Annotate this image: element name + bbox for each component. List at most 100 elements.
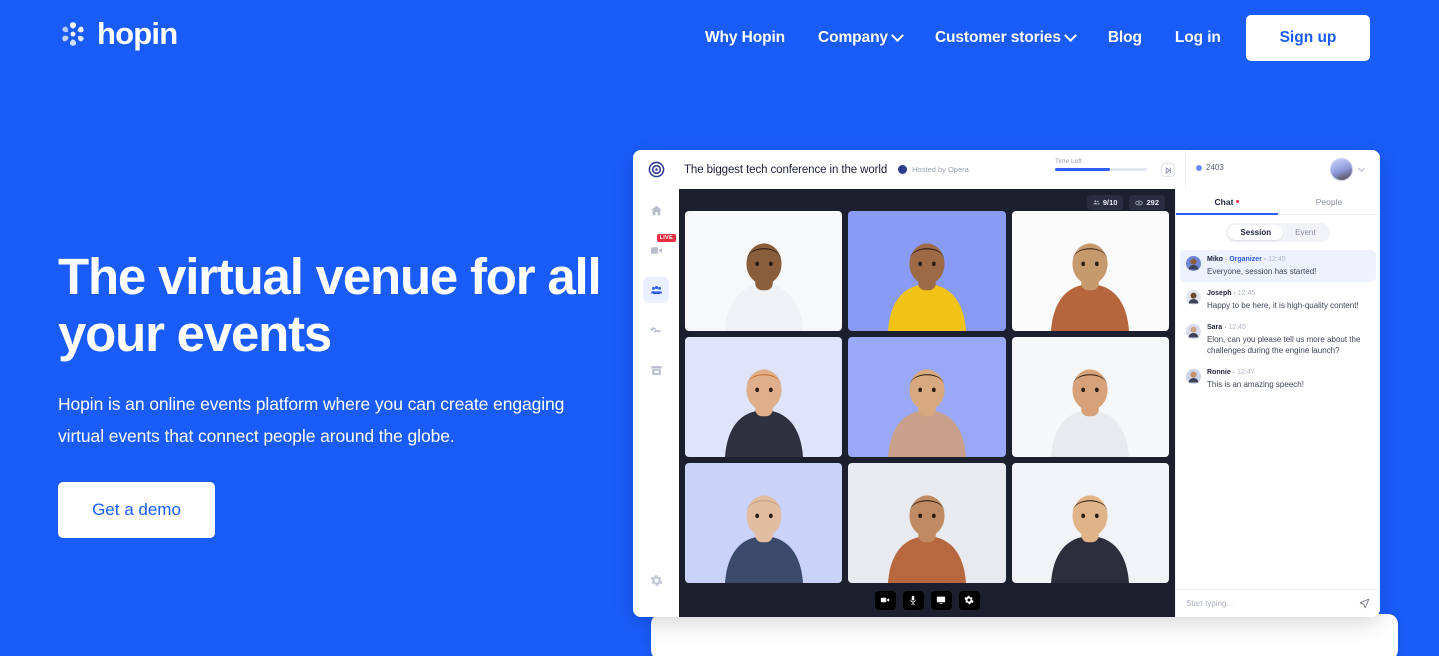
avatar[interactable] [1330, 158, 1353, 181]
camera-toggle-button[interactable] [874, 590, 896, 610]
viewer-count-value: 2403 [1206, 163, 1224, 172]
app-body: LIVE 9/10 292 Chat People Session Event … [633, 189, 1380, 617]
nav-item-company[interactable]: Company [818, 28, 904, 47]
chevron-down-icon[interactable] [1357, 164, 1366, 173]
sidebar-item-networking[interactable] [643, 317, 669, 343]
participant-portrait [887, 243, 966, 331]
page-title: The virtual venue for all your events [58, 248, 618, 362]
message-meta: Miko · Organizer · 12:45 [1207, 256, 1286, 263]
participant-portrait [724, 369, 803, 457]
video-tile[interactable] [848, 463, 1006, 583]
time-left-widget: Time Left [1055, 158, 1147, 171]
video-tile[interactable] [848, 211, 1006, 331]
signup-button[interactable]: Sign up [1246, 15, 1370, 61]
app-topbar: The biggest tech conference in the world… [633, 150, 1380, 189]
chat-scope-toggle: Session Event [1176, 215, 1380, 248]
nav-item-why-hopin[interactable]: Why Hopin [705, 29, 785, 47]
chat-input-row[interactable]: Start typing... [1176, 589, 1380, 617]
tab-people[interactable]: People [1278, 189, 1380, 214]
hero-heading-line1: The virtual venue for all [58, 248, 602, 305]
screen-share-button[interactable] [930, 590, 952, 610]
handshake-icon [650, 327, 662, 333]
app-mockup: The biggest tech conference in the world… [633, 150, 1398, 656]
brand-name: hopin [97, 16, 178, 51]
monitor-icon [936, 596, 946, 604]
segmented-control: Session Event [1226, 223, 1330, 242]
chevron-down-icon [891, 28, 904, 42]
top-navigation: hopin Why Hopin Company Customer stories… [0, 0, 1439, 76]
avatar [1186, 369, 1201, 384]
hopin-app-window: The biggest tech conference in the world… [633, 150, 1380, 617]
topbar-viewer-count: 2403 [1196, 163, 1224, 172]
video-tile[interactable] [1011, 337, 1169, 457]
unread-dot-icon [1236, 200, 1240, 203]
send-paper-plane-icon[interactable] [1359, 598, 1370, 609]
topbar-divider [1185, 150, 1186, 189]
message-meta: Sara · 12:45 [1207, 324, 1246, 331]
video-camera-icon [880, 597, 890, 603]
chat-input-placeholder: Start typing... [1186, 599, 1234, 608]
video-tile[interactable] [1011, 463, 1169, 583]
nav-item-login[interactable]: Log in [1175, 29, 1221, 47]
message-meta: Ronnie · 12:47 [1207, 369, 1255, 376]
chevron-down-icon [1063, 28, 1077, 42]
nav-label: Why Hopin [705, 29, 786, 46]
participants-badge: 9/10 [1086, 195, 1124, 210]
video-tile[interactable] [685, 337, 843, 457]
gear-icon [964, 595, 974, 605]
video-tile[interactable] [685, 463, 843, 583]
segment-event[interactable]: Event [1283, 225, 1327, 240]
hopin-landing-page: hopin Why Hopin Company Customer stories… [0, 0, 1439, 656]
live-badge: LIVE [656, 234, 676, 242]
nav-label: Blog [1107, 29, 1142, 46]
nav-item-blog[interactable]: Blog [1108, 29, 1142, 47]
people-group-icon [650, 285, 662, 294]
chat-panel: Chat People Session Event Miko · Organiz… [1175, 189, 1380, 617]
sidebar-item-stage[interactable] [643, 277, 669, 303]
message-meta: Joseph · 12:45 [1207, 290, 1256, 297]
viewers-badge: 292 [1129, 195, 1165, 210]
avatar [1186, 290, 1201, 305]
stage-badges: 9/10 292 [1086, 195, 1165, 210]
participant-portrait [887, 369, 966, 457]
message-time: 12:45 [1228, 324, 1246, 331]
nav-item-customer-stories[interactable]: Customer stories [935, 28, 1077, 47]
message-author: Ronnie [1207, 369, 1231, 376]
message-author: Joseph [1207, 290, 1232, 297]
sidebar-item-settings[interactable] [643, 567, 669, 593]
sidebar-item-home[interactable] [643, 197, 669, 223]
video-stage: 9/10 292 [679, 189, 1175, 617]
tab-chat[interactable]: Chat [1176, 189, 1278, 215]
microphone-toggle-button[interactable] [902, 590, 924, 610]
hero-heading-line2: your events [58, 305, 332, 362]
home-icon [650, 205, 662, 215]
video-tile[interactable] [1011, 211, 1169, 331]
app-brand[interactable] [633, 150, 679, 189]
chat-message: Ronnie · 12:47 This is an amazing speech! [1180, 363, 1376, 395]
participants-count: 9/10 [1102, 198, 1118, 207]
stage-settings-button[interactable] [958, 590, 980, 610]
viewer-dot-icon [1196, 164, 1202, 171]
message-role: Organizer [1229, 256, 1262, 263]
video-tile[interactable] [685, 211, 843, 331]
message-author: Sara [1207, 324, 1223, 331]
video-camera-icon [650, 246, 662, 254]
sidebar-item-sessions[interactable]: LIVE [643, 234, 676, 263]
sidebar-item-expo[interactable] [643, 357, 669, 383]
hopin-logo[interactable]: hopin [58, 16, 178, 51]
people-icon [1093, 200, 1100, 205]
nav-label: Log in [1174, 29, 1221, 46]
play-next-icon[interactable] [1161, 163, 1175, 177]
hopin-target-icon [646, 159, 666, 180]
message-time: 12:47 [1236, 369, 1255, 376]
chat-tabs: Chat People [1176, 189, 1380, 215]
video-grid [685, 211, 1169, 583]
chat-messages: Miko · Organizer · 12:45 Everyone, sessio… [1176, 248, 1380, 589]
get-a-demo-button[interactable]: Get a demo [58, 482, 215, 538]
video-tile[interactable] [848, 337, 1006, 457]
chat-message: Sara · 12:45 Elon, can you please tell us… [1180, 318, 1376, 361]
segment-session[interactable]: Session [1228, 225, 1284, 240]
participant-portrait [724, 243, 803, 331]
chat-message: Miko · Organizer · 12:45 Everyone, sessio… [1180, 250, 1376, 282]
avatar [1186, 324, 1201, 339]
